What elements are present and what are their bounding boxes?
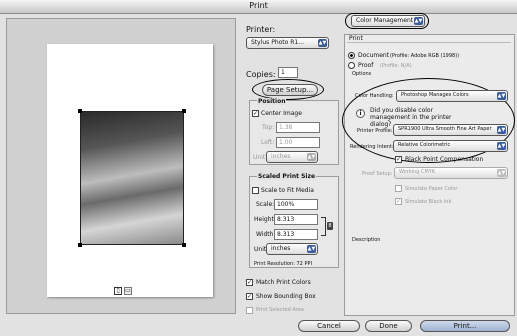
print-selected-area-label: Print Selected Area [256,307,304,313]
color-management-value: Color Management [356,17,414,24]
chevron-down-icon: ▲▼ [307,245,316,253]
title-bar: Print [0,0,517,14]
black-point-checkbox[interactable]: ✓ [395,156,402,163]
scaled-unit-value: inches [271,245,291,252]
image-preview[interactable] [78,109,186,247]
rendering-intent-select[interactable]: Relative Colorimetric ▲▼ [393,140,508,152]
printer-select[interactable]: Stylus Photo R1... ▲▼ [246,37,329,49]
resize-handle-bl[interactable] [78,243,82,247]
center-image-checkbox[interactable]: ✓ [252,110,259,117]
print-section-title: Print [349,35,363,42]
scale-input[interactable]: 100% [274,199,318,210]
simulate-paper-checkbox[interactable] [395,185,402,192]
chevron-down-icon: ▲▼ [497,126,506,134]
printer-profile-value: SPR1900 Ultra Smooth Fine Art Paper [398,126,492,132]
window-title: Print [249,1,268,10]
page-setup-button[interactable]: Page Setup... [262,84,318,96]
divider [347,42,511,43]
proof-label: Proof [358,62,374,69]
match-print-colors-label: Match Print Colors [256,279,311,286]
left-input[interactable]: 1.00 [276,137,320,148]
resize-handle-br[interactable] [182,243,186,247]
height-input[interactable]: 8.313 [274,214,318,225]
resize-handle-tr[interactable] [182,109,186,113]
chain-link-icon[interactable]: 8 [327,222,333,230]
chevron-down-icon: ▲▼ [318,39,327,47]
print-button[interactable]: Print... [420,320,510,332]
width-input[interactable]: 8.313 [274,229,318,240]
simulate-black-checkbox[interactable]: ✓ [395,198,402,205]
chevron-down-icon: ▲▼ [414,17,423,25]
top-label: Top: [262,124,275,131]
options-title: Options [352,71,372,77]
paper-preview [47,44,213,297]
document-label: Document [358,52,390,59]
done-button[interactable]: Done [365,320,412,332]
document-profile-text: (Profile: Adobe RGB (1998)) [390,53,460,59]
printer-value: Stylus Photo R1... [251,39,304,46]
chevron-down-icon: ▲▼ [497,92,506,100]
portrait-orientation-icon[interactable]: ▯ [114,287,122,295]
show-bounding-box-checkbox[interactable]: ✓ [246,293,253,300]
top-input[interactable]: 1.38 [276,122,320,133]
constrain-bracket [321,217,326,236]
color-management-select[interactable]: Color Management ▲▼ [351,15,425,27]
scale-label: Scale: [256,201,275,208]
document-radio[interactable] [348,52,355,59]
position-title: Position [257,98,287,105]
color-handling-value: Photoshop Manages Colors [401,92,469,98]
cancel-button[interactable]: Cancel [298,320,360,332]
proof-setup-value: Working CMYK [399,169,436,175]
print-resolution-text: Print Resolution: 72 PPI [254,261,312,267]
chevron-down-icon: ▲▼ [497,142,506,150]
simulate-paper-label: Simulate Paper Color [405,186,458,192]
chevron-down-icon: ▲▼ [307,153,316,161]
position-unit-select[interactable]: inches ▲▼ [266,151,318,163]
show-bounding-box-label: Show Bounding Box [256,293,316,300]
printer-label: Printer: [246,25,276,34]
height-label: Height: [254,216,276,223]
rendering-intent-value: Relative Colorimetric [398,142,451,148]
info-icon: i [356,109,365,118]
printer-profile-label: Printer Profile: [357,128,393,134]
print-preview-panel [6,18,236,314]
scale-to-fit-label: Scale to Fit Media [261,187,314,194]
copies-label: Copies: [246,70,276,79]
black-point-label: Black Point Compensation [405,156,484,163]
simulate-black-label: Simulate Black Ink [405,199,452,205]
copies-input[interactable]: 1 [278,67,298,78]
print-selected-area-checkbox[interactable] [246,307,253,314]
match-print-colors-checkbox[interactable]: ✓ [246,279,253,286]
chevron-down-icon: ▲▼ [497,169,506,177]
scaled-unit-select[interactable]: inches ▲▼ [266,243,318,255]
center-image-label: Center Image [261,110,302,117]
proof-profile-text: (Profile: N/A) [380,63,412,69]
position-unit-value: inches [271,153,291,160]
left-label: Left: [261,139,275,146]
proof-radio[interactable] [348,62,355,69]
proof-setup-select[interactable]: Working CMYK ▲▼ [394,167,508,179]
scale-to-fit-checkbox[interactable] [252,187,259,194]
color-handling-label: Color Handling: [355,93,394,99]
rendering-intent-label: Rendering Intent: [350,144,394,150]
width-label: Width: [256,231,276,238]
scaled-print-size-title: Scaled Print Size [257,173,317,180]
color-handling-select[interactable]: Photoshop Manages Colors ▲▼ [396,90,508,102]
landscape-orientation-icon[interactable]: ▭ [124,287,132,295]
printer-profile-select[interactable]: SPR1900 Ultra Smooth Fine Art Paper ▲▼ [393,124,508,136]
resize-handle-tl[interactable] [78,109,82,113]
proof-setup-label: Proof Setup: [362,171,393,177]
description-title: Description [352,237,381,243]
